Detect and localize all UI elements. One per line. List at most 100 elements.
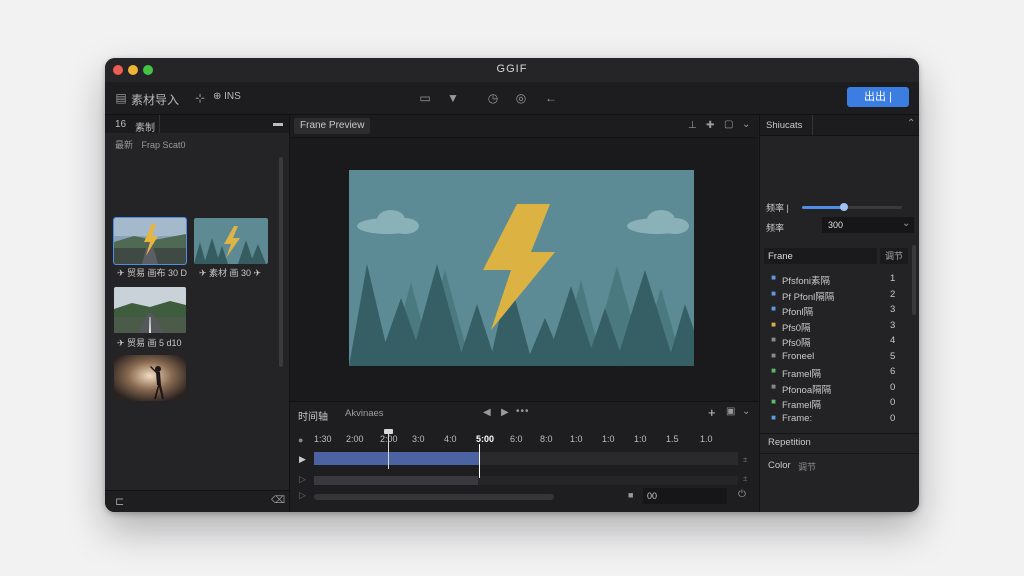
folder-icon[interactable]: ⊏	[115, 495, 124, 508]
more-icon[interactable]: •••	[516, 406, 530, 417]
fit-icon[interactable]: ▢	[724, 119, 733, 130]
frame-value: 5	[890, 350, 896, 362]
frame-thumb-icon: ■	[771, 381, 776, 391]
frame-preview-canvas[interactable]	[349, 170, 694, 366]
playhead[interactable]	[479, 444, 480, 478]
play-back-icon[interactable]: ◀	[483, 407, 491, 418]
frame-row[interactable]: ■ Pfonl隔 3	[760, 302, 919, 318]
play-icon[interactable]: ▶	[501, 407, 509, 418]
time-input[interactable]: 00	[643, 488, 727, 504]
frame-name: Pfs0隔	[782, 338, 811, 349]
track-2[interactable]	[314, 476, 738, 485]
speed-icon[interactable]: ◎	[513, 91, 529, 105]
frame-row[interactable]: ■ Framel隔 0	[760, 395, 919, 411]
repetition-label[interactable]: Repetition	[768, 437, 811, 448]
frame-list-scrollbar[interactable]	[912, 245, 916, 315]
frame-thumb-icon: ■	[771, 304, 776, 313]
frame-thumb-icon: ■	[771, 319, 776, 329]
back-arrow-icon[interactable]: ←	[543, 91, 559, 105]
tick-label: 1:30	[314, 434, 332, 444]
trash-icon[interactable]: ⌫	[271, 495, 285, 506]
frame-row[interactable]: ■ Pfs0隔 4	[760, 333, 919, 349]
app-window: GGIF ▤ 素材导入 ⊹ ⊕ INS ▭ ▼ ◷ ◎ ← 出出 | 16 素制…	[105, 58, 919, 512]
media-caption-2: ✈ 素材 画 30 ✈	[199, 268, 262, 278]
chevron-down-icon[interactable]: ⌄	[742, 406, 750, 417]
frame-name: Framel隔	[782, 400, 822, 411]
frame-row[interactable]: ■ Framel隔 6	[760, 364, 919, 380]
library-header: 16 素制 ▬	[105, 115, 289, 134]
crop-icon[interactable]: ⊹	[192, 91, 208, 105]
import-button[interactable]: 素材导入	[131, 91, 179, 108]
fit-timeline-icon[interactable]: ▣	[726, 406, 735, 417]
track-2-clip[interactable]	[314, 476, 478, 485]
tab-frame-preview[interactable]: Frane Preview	[294, 118, 371, 134]
frame-value: 1	[890, 273, 896, 284]
fps-slider[interactable]	[802, 203, 902, 211]
track-1[interactable]	[314, 452, 738, 465]
rate-select[interactable]: 300 ⌄	[822, 217, 914, 233]
divider	[760, 453, 919, 454]
library-scrollbar[interactable]	[279, 157, 283, 367]
frame-row[interactable]: ■ Pfsfoni素隔 1	[760, 271, 919, 287]
frame-name: Frame:	[782, 412, 813, 424]
tick-label: 1:0	[634, 434, 647, 444]
tick-label: 1:0	[570, 434, 583, 444]
media-thumb-4[interactable]	[114, 355, 186, 401]
frame-row[interactable]: ■ Frame: 0	[760, 411, 919, 426]
pin-icon[interactable]: ✚	[706, 120, 714, 131]
frame-value: 0	[890, 397, 896, 408]
filter-label: 最新	[115, 140, 134, 150]
frame-row[interactable]: ■ Pf Pfonl隔隔 2	[760, 287, 919, 303]
frame-value: 4	[890, 335, 896, 346]
fps-label: 频率 |	[766, 203, 789, 213]
frame-tab: Frane	[768, 251, 793, 262]
track-3-scroll[interactable]	[314, 494, 554, 500]
adjust-tab[interactable]: 调节	[880, 248, 908, 264]
toolbar-group-label[interactable]: ⊕ INS	[213, 91, 241, 102]
track-2-icon[interactable]: ▷	[299, 474, 306, 485]
settings-header: Shiucats ⌃	[760, 115, 919, 136]
header-divider	[812, 115, 813, 135]
timeline-panel: 时间轴 Akvinaes ◀ ▶ ••• + ▣ ⌄ ● 1:30 2:00 2…	[290, 401, 758, 512]
library-menu-icon[interactable]: ▬	[273, 118, 283, 129]
align-icon[interactable]: ⊥	[688, 120, 697, 131]
frame-thumb-icon: ■	[771, 288, 776, 298]
frame-list-header[interactable]: Frane	[764, 248, 877, 264]
chevron-up-icon[interactable]: ⌃	[907, 118, 915, 129]
frame-name: Pfonoa隔隔	[782, 384, 832, 396]
track-1-clip[interactable]	[314, 452, 480, 465]
frame-row[interactable]: ■ Pfs0隔 3	[760, 318, 919, 334]
export-button-top[interactable]: 出出 |	[847, 87, 909, 107]
playhead-handle[interactable]	[384, 429, 393, 434]
media-thumb-2[interactable]	[194, 218, 268, 264]
monitor-icon[interactable]: ▭	[417, 91, 433, 105]
power-icon[interactable]: ⏻	[738, 489, 746, 500]
media-thumb-1[interactable]	[113, 217, 187, 265]
track-1-icon[interactable]: ▶	[299, 454, 306, 465]
frame-name: Pf Pfonl隔隔	[782, 291, 835, 303]
tick-label: 8:0	[540, 434, 553, 444]
frame-row[interactable]: ■ Pfonoa隔隔 0	[760, 380, 919, 396]
playhead-secondary[interactable]	[388, 431, 389, 469]
add-icon[interactable]: +	[708, 405, 716, 420]
color-label[interactable]: Color	[768, 460, 791, 471]
frame-name: Pfonl隔	[782, 307, 814, 318]
divider	[760, 433, 919, 434]
library-footer: ⊏ ⌫	[105, 490, 289, 512]
tab-timeline[interactable]: 时间轴	[298, 408, 328, 423]
track-3-icon[interactable]: ▷	[299, 490, 306, 501]
frame-name: Froneel	[782, 350, 815, 362]
timer-icon[interactable]: ◷	[485, 91, 501, 105]
fps-slider-thumb[interactable]	[840, 203, 848, 211]
media-thumb-3[interactable]	[114, 287, 186, 333]
frame-row[interactable]: ■ Froneel 5	[760, 349, 919, 364]
tab-secondary[interactable]: Akvinaes	[345, 408, 384, 419]
filter-icon[interactable]: ▼	[445, 91, 461, 105]
time-ruler[interactable]: 1:30 2:00 2:00 3:0 4:0 5:00 6:0 8:0 1:0 …	[314, 434, 734, 446]
title-bar: GGIF	[105, 58, 919, 82]
lock-icon[interactable]: ■	[628, 490, 633, 500]
library-filter[interactable]: 最新 Frap Scat0	[115, 138, 186, 151]
import-icon[interactable]: ▤	[113, 91, 129, 105]
chevron-down-icon[interactable]: ⌄	[742, 119, 750, 130]
tab-settings[interactable]: Shiucats	[766, 120, 802, 131]
